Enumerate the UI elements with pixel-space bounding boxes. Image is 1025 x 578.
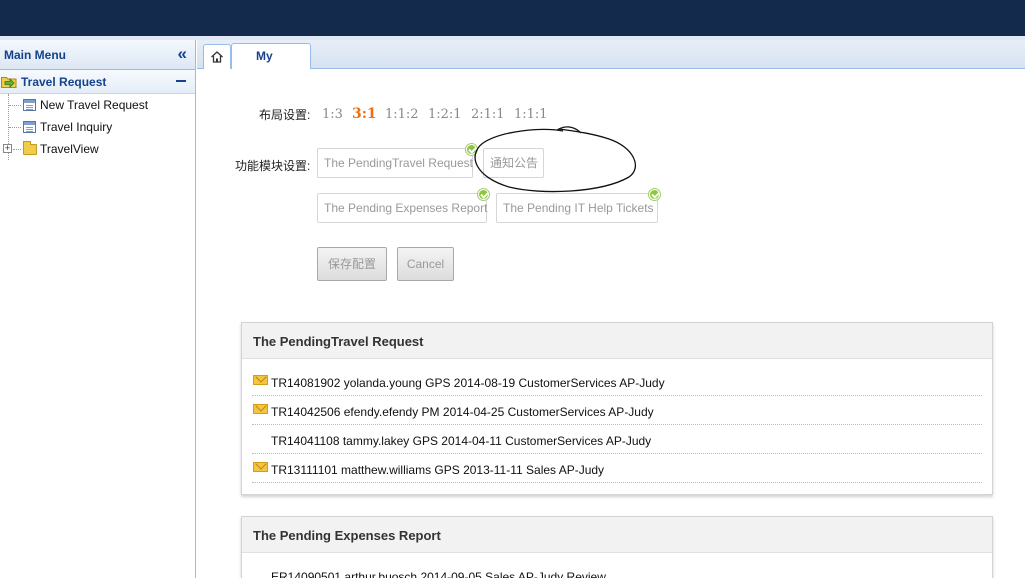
module-chip-pending-it-tickets[interactable]: The Pending IT Help Tickets [496, 193, 658, 223]
sidebar-item-travel-inquiry[interactable]: Travel Inquiry [0, 116, 195, 138]
sidebar-item-label: New Travel Request [40, 98, 149, 112]
layout-option-1-1-1[interactable]: 1:1:1 [514, 107, 548, 122]
envelope-icon [253, 375, 268, 385]
layout-option-2-1-1[interactable]: 2:1:1 [471, 107, 505, 122]
table-row[interactable]: TR14041108 tammy.lakey GPS 2014-04-11 Cu… [252, 425, 982, 454]
sidebar-group-travel-request[interactable]: Travel Request [0, 70, 195, 94]
folder-arrow-icon [1, 77, 17, 88]
module-chip-announcements[interactable]: 通知公告 [483, 148, 544, 178]
sidebar-item-new-travel-request[interactable]: New Travel Request [0, 94, 195, 116]
module-chip-pending-travel[interactable]: The PendingTravel Request [317, 148, 473, 178]
tab-home[interactable] [203, 44, 231, 69]
tree-branch-line [13, 149, 21, 150]
row-text: TR14081902 yolanda.young GPS 2014-08-19 … [271, 376, 665, 390]
tree-branch-line [9, 105, 21, 106]
panel-pending-travel: The PendingTravel Request TR14081902 yol… [241, 322, 993, 495]
table-row[interactable]: ER14090501 arthur.buosch 2014-09-05 Sale… [252, 561, 982, 578]
folder-icon [23, 141, 37, 155]
save-config-button[interactable]: 保存配置 [317, 247, 387, 281]
module-chip-label: The Pending IT Help Tickets [503, 201, 654, 215]
double-chevron-left-icon[interactable]: « [178, 44, 187, 64]
layout-settings-label: 布局设置: [259, 108, 311, 122]
sidebar-item-label: Travel Inquiry [40, 120, 113, 134]
check-badge-icon [466, 144, 477, 155]
tab-label: My [256, 49, 273, 63]
layout-option-1-1-2[interactable]: 1:1:2 [385, 107, 419, 122]
sidebar-title: Main Menu [4, 48, 66, 62]
row-text: TR14042506 efendy.efendy PM 2014-04-25 C… [271, 405, 654, 419]
module-chip-pending-expenses[interactable]: The Pending Expenses Report [317, 193, 487, 223]
layout-option-3-1[interactable]: 3:1 [352, 106, 377, 122]
panel-title: The Pending Expenses Report [253, 528, 441, 543]
envelope-icon [253, 462, 268, 472]
table-row[interactable]: TR14081902 yolanda.young GPS 2014-08-19 … [252, 367, 982, 396]
document-icon [23, 121, 36, 133]
envelope-icon [253, 404, 268, 414]
row-text: TR13111101 matthew.williams GPS 2013-11-… [271, 463, 605, 477]
panel-header: The Pending Expenses Report [242, 517, 992, 553]
check-badge-icon [649, 189, 660, 200]
module-chip-label: The Pending Expenses Report [324, 201, 488, 215]
tree-branch-line [9, 127, 21, 128]
sidebar-item-travelview[interactable]: + TravelView [0, 138, 195, 160]
module-chip-label: The PendingTravel Request [324, 156, 473, 170]
panel-header: The PendingTravel Request [242, 323, 992, 359]
table-row[interactable]: TR13111101 matthew.williams GPS 2013-11-… [252, 454, 982, 483]
collapse-group-icon[interactable] [176, 80, 186, 82]
layout-option-1-3[interactable]: 1:3 [322, 107, 343, 122]
main-area: My 布局设置: 1:3 3:1 1:1:2 1:2:1 2:1:1 1:1:1… [197, 40, 1025, 578]
module-settings-label: 功能模块设置: [235, 159, 311, 173]
tab-bar: My [197, 40, 1025, 69]
row-text: TR14041108 tammy.lakey GPS 2014-04-11 Cu… [271, 434, 652, 448]
top-banner [0, 0, 1025, 36]
sidebar-group-label: Travel Request [21, 75, 107, 89]
home-icon [211, 51, 223, 63]
row-text: ER14090501 arthur.buosch 2014-09-05 Sale… [271, 570, 606, 578]
check-badge-icon [478, 189, 489, 200]
layout-option-1-2-1[interactable]: 1:2:1 [428, 107, 462, 122]
cancel-button[interactable]: Cancel [397, 247, 454, 281]
panel-title: The PendingTravel Request [253, 334, 424, 349]
sidebar-header: Main Menu « [0, 40, 195, 70]
table-row[interactable]: TR14042506 efendy.efendy PM 2014-04-25 C… [252, 396, 982, 425]
document-icon [23, 99, 36, 111]
tab-my[interactable]: My [231, 43, 311, 69]
module-chip-label: 通知公告 [490, 156, 539, 170]
expand-plus-icon[interactable]: + [3, 144, 12, 153]
sidebar: Main Menu « Travel Request New Travel Re… [0, 40, 196, 578]
portal-content: 布局设置: 1:3 3:1 1:1:2 1:2:1 2:1:1 1:1:1 功能… [197, 69, 1025, 578]
sidebar-item-label: TravelView [40, 142, 99, 156]
panel-pending-expenses: The Pending Expenses Report ER14090501 a… [241, 516, 993, 578]
